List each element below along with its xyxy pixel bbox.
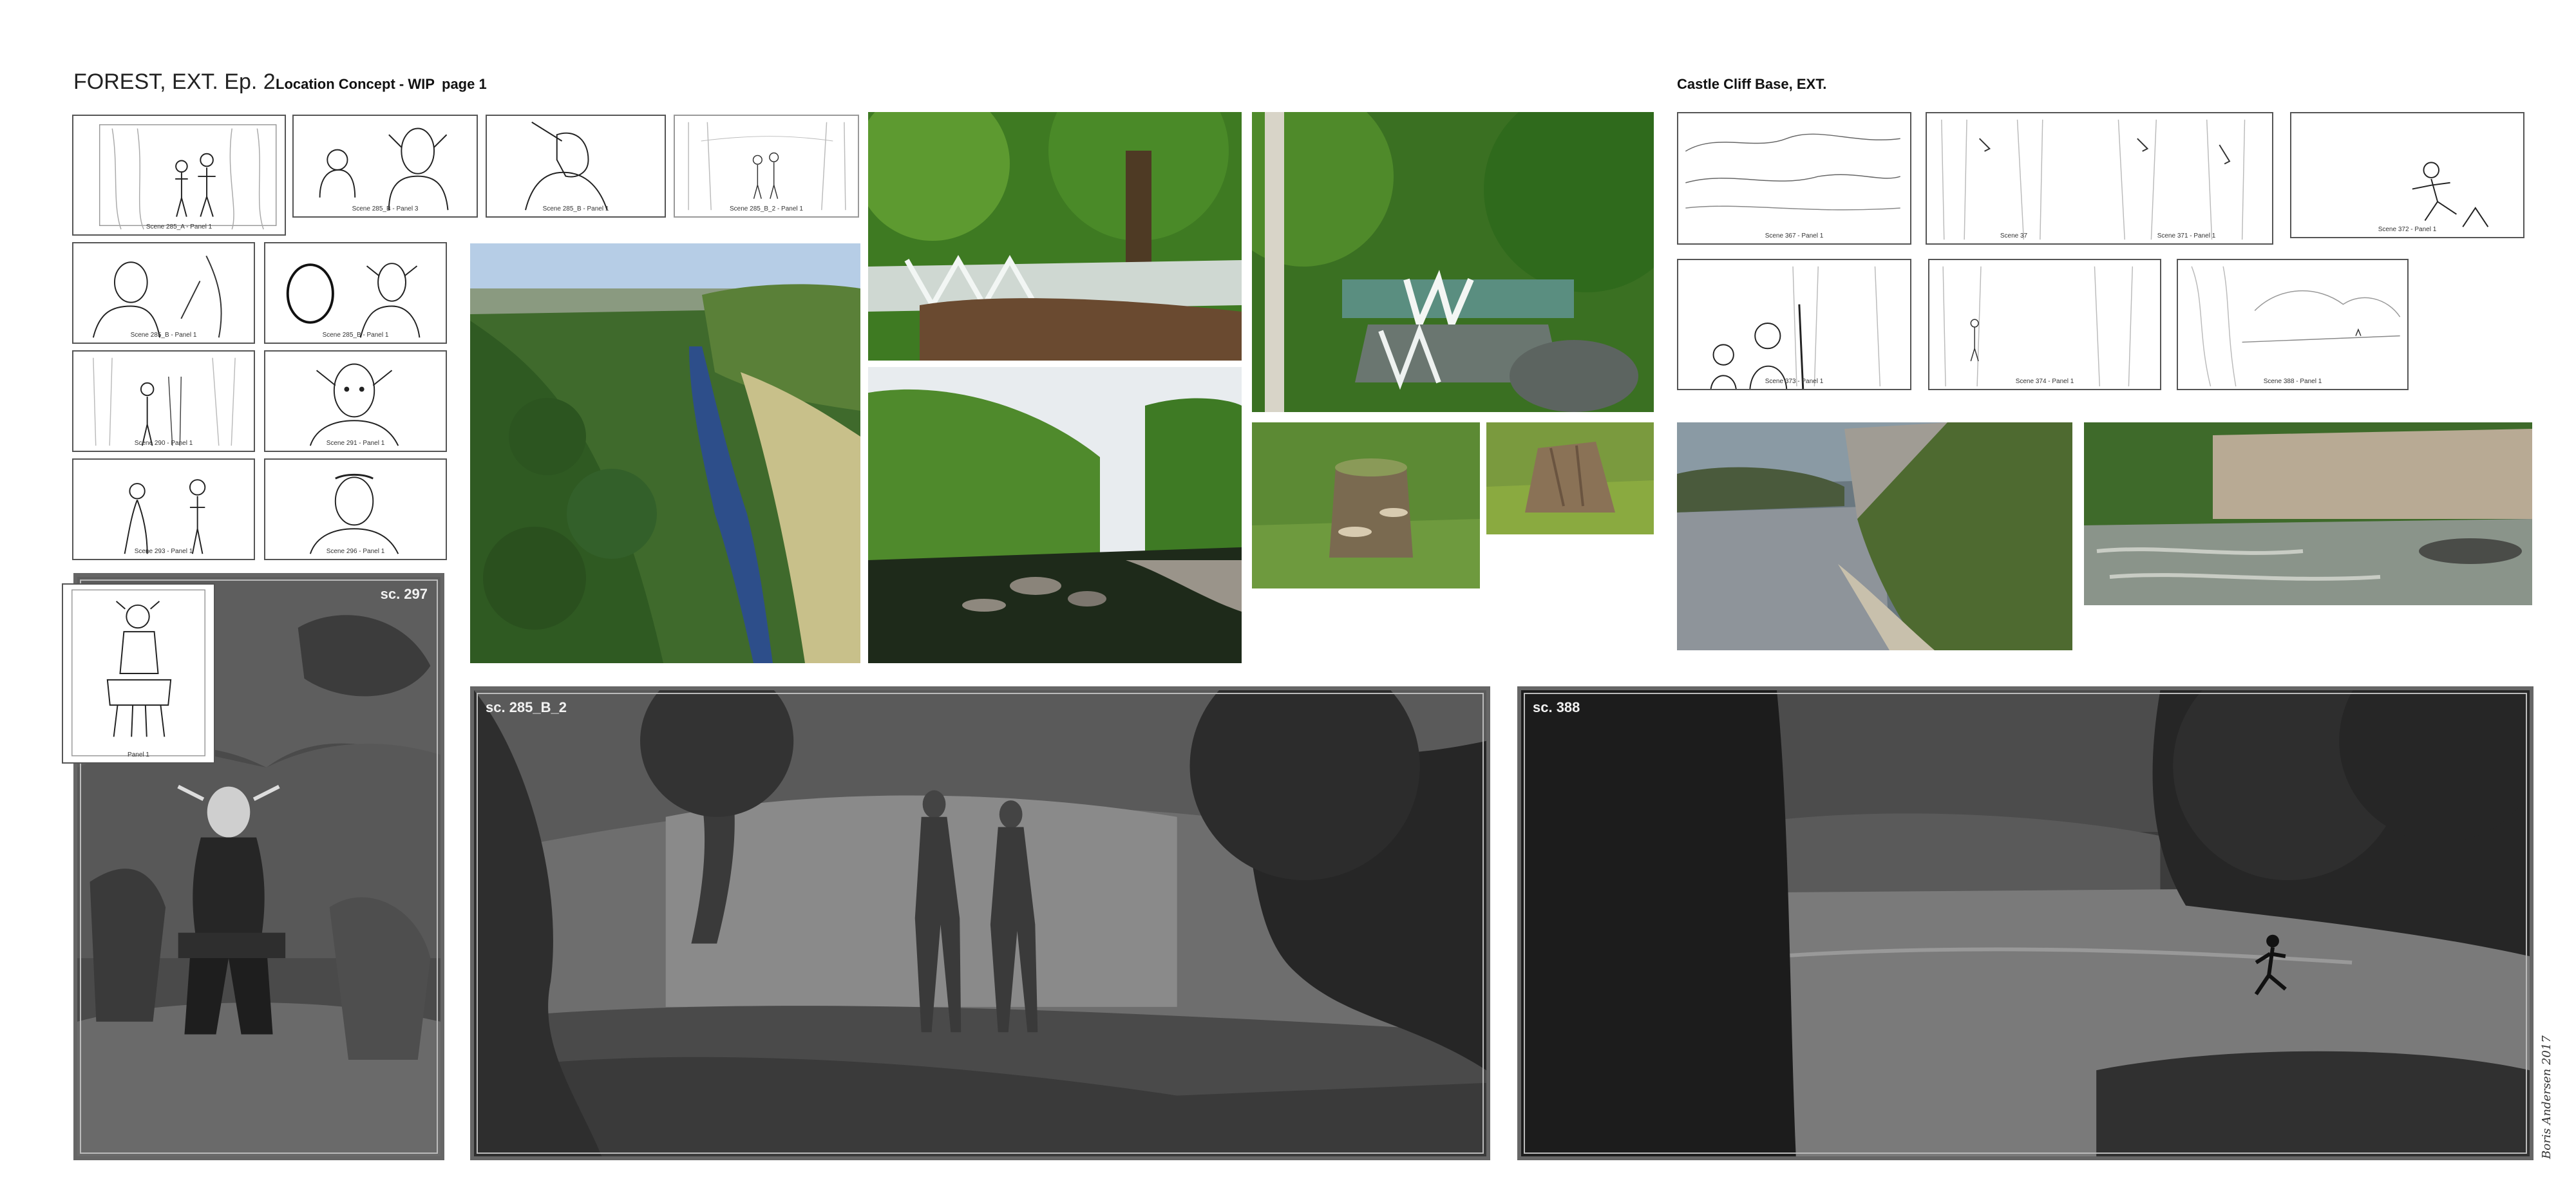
scene-label: sc. 297 — [380, 586, 428, 602]
castle-cliff-photo — [1677, 422, 2072, 650]
panel-caption: Scene 371 - Panel 1 — [2157, 232, 2216, 240]
river-stream-image — [868, 367, 1242, 663]
forest-sketch-drawing — [93, 357, 236, 446]
river-rocks-photo — [868, 367, 1242, 663]
storyboard-panel: Scene 285_A - Panel 1 — [72, 115, 286, 236]
panel-caption: Scene 290 - Panel 1 — [134, 440, 193, 447]
storyboard-panel: Scene 372 - Panel 1 — [2290, 112, 2524, 238]
castle-section-title: Castle Cliff Base, EXT. — [1677, 76, 1827, 92]
scene-label: sc. 388 — [1533, 699, 1580, 715]
storyboard-panel: Scene 285_B - Panel 1 — [486, 115, 666, 218]
concept-art-sc285: sc. 285_B_2 — [470, 686, 1490, 1160]
panel-caption: Scene 285_B - Panel 1 — [322, 332, 389, 339]
character-sketch-drawing — [124, 479, 206, 554]
forest-waterfall-image — [868, 112, 1242, 361]
storyboard-panel: Scene 285_B - Panel 1 — [72, 242, 255, 344]
running-figure-sketch-drawing — [2412, 162, 2489, 227]
forest-vertical-sketch-drawing — [1941, 119, 2246, 240]
page-number: page 1 — [442, 76, 487, 92]
panel-caption: Scene 285_A - Panel 1 — [146, 223, 213, 231]
cliff-lakeshore-image — [1677, 422, 2072, 650]
character-sketch-drawing — [92, 256, 222, 338]
panel-caption: Scene 285_B_2 - Panel 1 — [730, 205, 803, 212]
storyboard-panel: Scene 367 - Panel 1 — [1677, 112, 1911, 245]
panel-caption: Scene 374 - Panel 1 — [2015, 378, 2074, 385]
cascade-photo — [1252, 112, 1654, 412]
cliff-sketch-drawing — [1685, 133, 1900, 211]
panel-caption: Scene 367 - Panel 1 — [1765, 232, 1824, 240]
artist-signature: Boris Andersen 2017 — [2540, 1035, 2553, 1159]
panel-caption: Scene 373 - Panel 1 — [1765, 378, 1824, 385]
storyboard-panel: Scene 388 - Panel 1 — [2177, 259, 2409, 390]
panel-caption: Scene 37 — [2000, 232, 2028, 240]
storyboard-panel: Scene 374 - Panel 1 — [1928, 259, 2161, 390]
panel-caption: Scene 285_B - Panel 3 — [352, 205, 419, 212]
forest-two-figures-concept-painting — [474, 690, 1486, 1156]
panel-caption: Scene 388 - Panel 1 — [2263, 378, 2322, 385]
forest-cascade-image — [1252, 112, 1654, 412]
storyboard-panel: Scene 373 - Panel 1 — [1677, 259, 1911, 390]
panel-caption: Scene 293 - Panel 1 — [134, 548, 193, 555]
knights-sketch-drawing — [1710, 266, 1881, 389]
elf-profile-sketch-drawing — [525, 121, 608, 211]
storyboard-panel: Panel 1 — [62, 583, 215, 764]
storyboard-panel: Scene 296 - Panel 1 — [264, 458, 447, 560]
mossy-stump-image — [1252, 422, 1480, 588]
panel-caption: Scene 372 - Panel 1 — [2378, 226, 2437, 233]
elf-face-sketch-drawing — [309, 473, 399, 554]
cliff-river-photo — [2084, 422, 2532, 605]
storyboard-panel: Scene 293 - Panel 1 — [72, 458, 255, 560]
cliff-rapids-image — [2084, 422, 2532, 605]
storyboard-panel: Scene 291 - Panel 1 — [264, 350, 447, 452]
storyboard-panel: Scene 285_B - Panel 3 — [292, 115, 478, 218]
panel-caption: Panel 1 — [128, 751, 149, 758]
forest-sketch-drawing — [99, 124, 277, 230]
storyboard-panel: Scene 37 Scene 371 - Panel 1 — [1926, 112, 2273, 245]
storyboard-panel: Scene 285_B_2 - Panel 1 — [674, 115, 859, 218]
forest-figure-sketch-drawing — [1942, 266, 2134, 387]
seated-elf-sketch-drawing — [71, 589, 205, 757]
panel-caption: Scene 285_B - Panel 1 — [130, 332, 197, 339]
concept-art-sc388: sc. 388 — [1517, 686, 2533, 1160]
panel-caption: Scene 296 - Panel 1 — [326, 548, 385, 555]
aerial-river-valley-image — [470, 243, 860, 663]
broken-stump-image — [1486, 422, 1654, 534]
storyboard-panel: Scene 290 - Panel 1 — [72, 350, 255, 452]
waterfall-tree-photo — [868, 112, 1242, 361]
panel-caption: Scene 285_B - Panel 1 — [542, 205, 609, 212]
scene-label: sc. 285_B_2 — [486, 699, 567, 715]
character-sketch-drawing — [319, 127, 449, 211]
river-valley-photo — [470, 243, 860, 663]
tree-stump-photo — [1486, 422, 1654, 534]
character-sketch-drawing — [286, 263, 421, 338]
storyboard-panel: Scene 285_B - Panel 1 — [264, 242, 447, 344]
forest-wide-sketch-drawing — [688, 122, 846, 211]
lake-cliff-concept-painting — [1521, 690, 2530, 1156]
panel-caption: Scene 291 - Panel 1 — [326, 440, 385, 447]
elf-face-sketch-drawing — [309, 363, 399, 446]
page-subtitle: Location Concept - WIP — [276, 76, 435, 92]
page-title: FOREST, EXT. Ep. 2 — [73, 70, 276, 94]
tree-stump-photo — [1252, 422, 1480, 588]
forest-clearing-sketch-drawing — [2191, 266, 2401, 387]
